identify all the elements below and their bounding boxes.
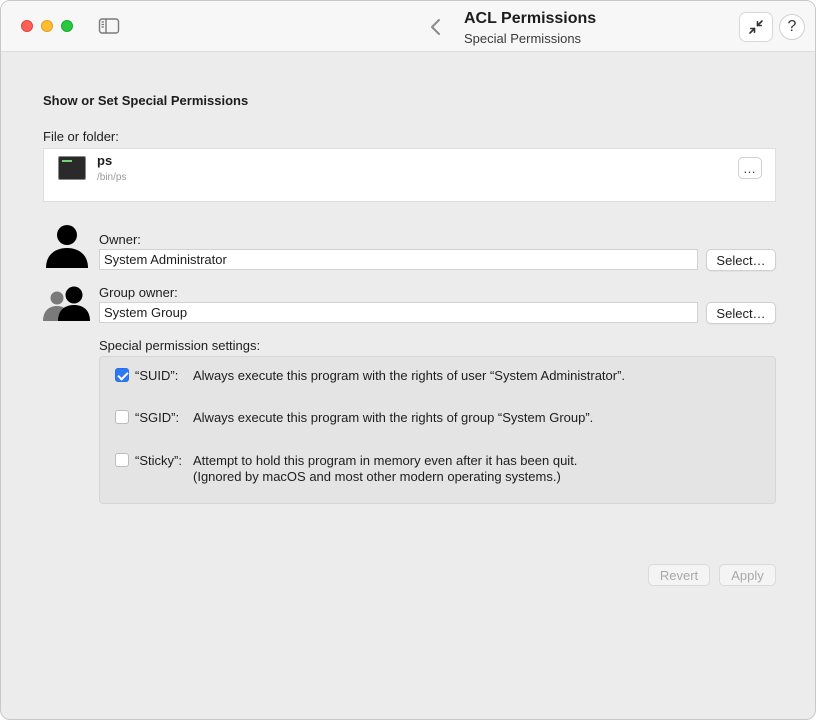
window: ACL Permissions Special Permissions ? Sh… xyxy=(0,0,816,720)
suid-checkbox[interactable] xyxy=(115,368,129,382)
sgid-description: Always execute this program with the rig… xyxy=(193,410,594,425)
sgid-checkbox[interactable] xyxy=(115,410,129,424)
window-subtitle: Special Permissions xyxy=(464,31,582,46)
collapse-button[interactable] xyxy=(739,12,773,42)
help-button[interactable]: ? xyxy=(779,14,805,40)
file-box: ps /bin/ps … xyxy=(43,148,776,202)
back-button[interactable] xyxy=(425,15,447,39)
collapse-arrows-icon xyxy=(749,20,763,34)
terminal-executable-icon xyxy=(58,156,86,180)
sgid-label: “SGID”: xyxy=(135,410,180,425)
group-icon xyxy=(43,286,90,321)
title-block: ACL Permissions Special Permissions xyxy=(464,9,596,46)
group-owner-field[interactable]: System Group xyxy=(99,302,698,323)
revert-button[interactable]: Revert xyxy=(648,564,710,586)
select-owner-button[interactable]: Select… xyxy=(706,249,776,271)
suid-label: “SUID”: xyxy=(135,368,179,383)
chevron-left-icon xyxy=(431,19,440,35)
owner-field[interactable]: System Administrator xyxy=(99,249,698,270)
suid-description: Always execute this program with the rig… xyxy=(193,368,626,383)
choose-file-button[interactable]: … xyxy=(738,157,762,179)
group-owner-label: Group owner: xyxy=(99,285,178,300)
special-settings-label: Special permission settings: xyxy=(99,338,261,353)
sidebar-icon xyxy=(98,18,120,34)
maximize-window-button[interactable] xyxy=(61,20,73,32)
titlebar: ACL Permissions Special Permissions ? xyxy=(1,1,815,52)
file-name: ps xyxy=(97,153,113,168)
close-window-button[interactable] xyxy=(21,20,33,32)
minimize-window-button[interactable] xyxy=(41,20,53,32)
select-group-button[interactable]: Select… xyxy=(706,302,776,324)
special-settings-box: “SUID”: Always execute this program with… xyxy=(99,356,776,504)
file-path: /bin/ps xyxy=(97,172,127,183)
sticky-label: “Sticky”: xyxy=(135,453,182,468)
person-icon xyxy=(46,225,88,268)
section-heading: Show or Set Special Permissions xyxy=(43,93,249,108)
window-title: ACL Permissions xyxy=(464,10,597,27)
sticky-checkbox[interactable] xyxy=(115,453,129,467)
owner-label: Owner: xyxy=(99,232,141,247)
sticky-description-note: (Ignored by macOS and most other modern … xyxy=(193,469,561,484)
apply-button[interactable]: Apply xyxy=(719,564,776,586)
file-or-folder-label: File or folder: xyxy=(43,129,119,144)
sticky-description: Attempt to hold this program in memory e… xyxy=(193,453,578,468)
sidebar-toggle-button[interactable] xyxy=(98,17,120,35)
